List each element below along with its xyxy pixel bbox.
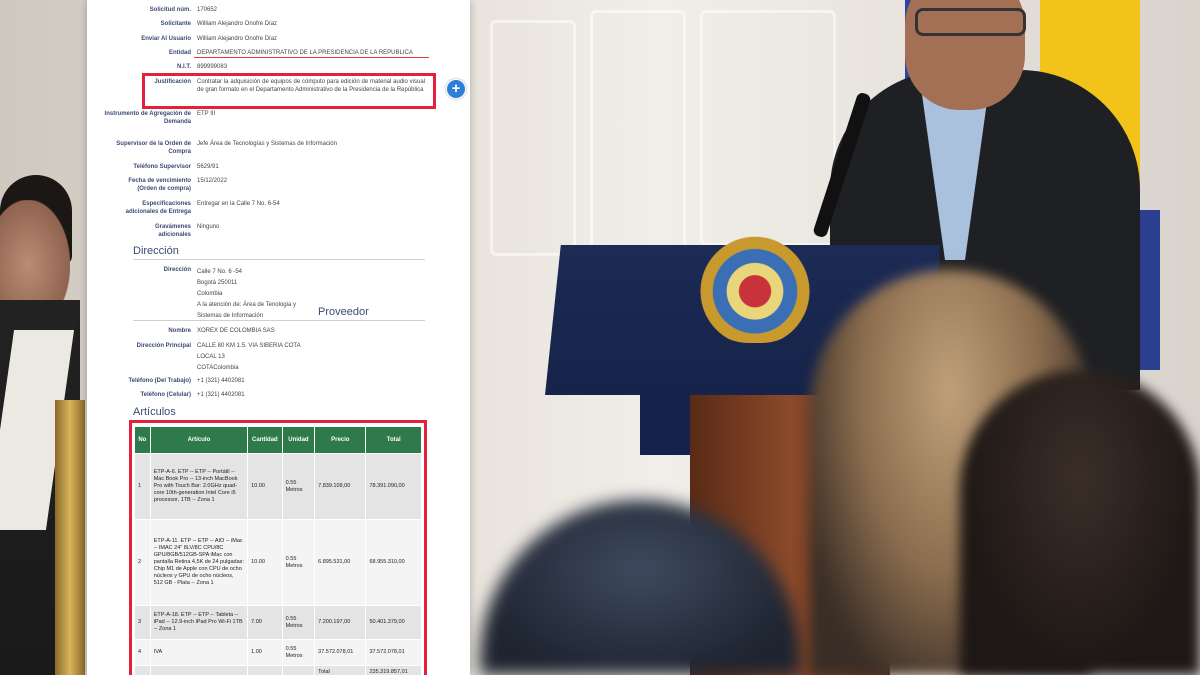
field-value: 5629/91 (197, 164, 219, 170)
coat-of-arms (695, 228, 815, 343)
gold-frame (55, 400, 85, 675)
field-label: Teléfono (Celular) (140, 392, 191, 398)
field-label: Instrumento de Agregación de Demanda (104, 111, 191, 125)
field-value: XOREX DE COLOMBIA SAS (197, 328, 275, 334)
field-value: Jefe Área de Tecnologías y Sistemas de I… (197, 141, 337, 147)
wall-panel (700, 10, 836, 246)
wall-panel (490, 20, 576, 256)
field-value: Ninguno (197, 224, 220, 230)
field-label: Entidad (169, 50, 191, 56)
field-label: Solicitante (160, 21, 191, 27)
red-underline (194, 57, 429, 58)
field-label: Enviar Al Usuario (141, 36, 191, 42)
section-title-proveedor: Proveedor (133, 306, 425, 321)
field-label: Supervisor de la Orden de Compra (116, 141, 191, 155)
field-value: 170652 (197, 7, 218, 13)
address-line: Calle 7 No. 6 -54 (197, 269, 243, 275)
field-label: Teléfono Supervisor (133, 164, 191, 170)
field-value: ETP III (197, 111, 216, 117)
field-label: Especificaciones adicionales de Entrega (125, 201, 191, 215)
field-value: LOCAL 13 (197, 354, 225, 360)
field-value: +1 (321) 4402081 (197, 378, 245, 384)
field-label: N.I.T. (176, 64, 191, 70)
purchase-order-document: Solicitud núm. 170652 Solicitante Willia… (87, 0, 470, 675)
wall-panel (590, 10, 686, 266)
field-label: Gravámenes adicionales (154, 224, 191, 238)
highlight-box-articulos (129, 420, 427, 675)
field-label: Dirección Principal (136, 343, 191, 349)
field-value: 15/12/2022 (197, 178, 228, 184)
field-value: Entregar en la Calle 7 No. 6-54 (197, 201, 280, 207)
field-value: William Alejandro Onofre Díaz (197, 21, 278, 27)
field-label: Fecha de vencimiento (Orden de compra) (128, 178, 191, 192)
field-value: 899999083 (197, 64, 228, 70)
section-title-articulos: Artículos (133, 406, 176, 418)
field-value: CALLE 80 KM 1.5. VIA SIBERIA COTA (197, 343, 301, 349)
address-line: Colombia (197, 291, 223, 297)
section-title-direccion: Dirección (133, 245, 425, 260)
field-value: +1 (321) 4402081 (197, 392, 245, 398)
field-label: Dirección (163, 267, 191, 273)
address-line: Bogotá 250011 (197, 280, 238, 286)
field-value: William Alejandro Onofre Díaz (197, 36, 278, 42)
plus-icon[interactable]: + (446, 79, 466, 99)
field-label: Nombre (168, 328, 191, 334)
field-value: COTAColombia (197, 365, 239, 371)
field-label: Teléfono (Del Trabajo) (128, 378, 191, 384)
highlight-box-justificacion (142, 73, 436, 109)
field-label: Solicitud núm. (149, 7, 191, 13)
